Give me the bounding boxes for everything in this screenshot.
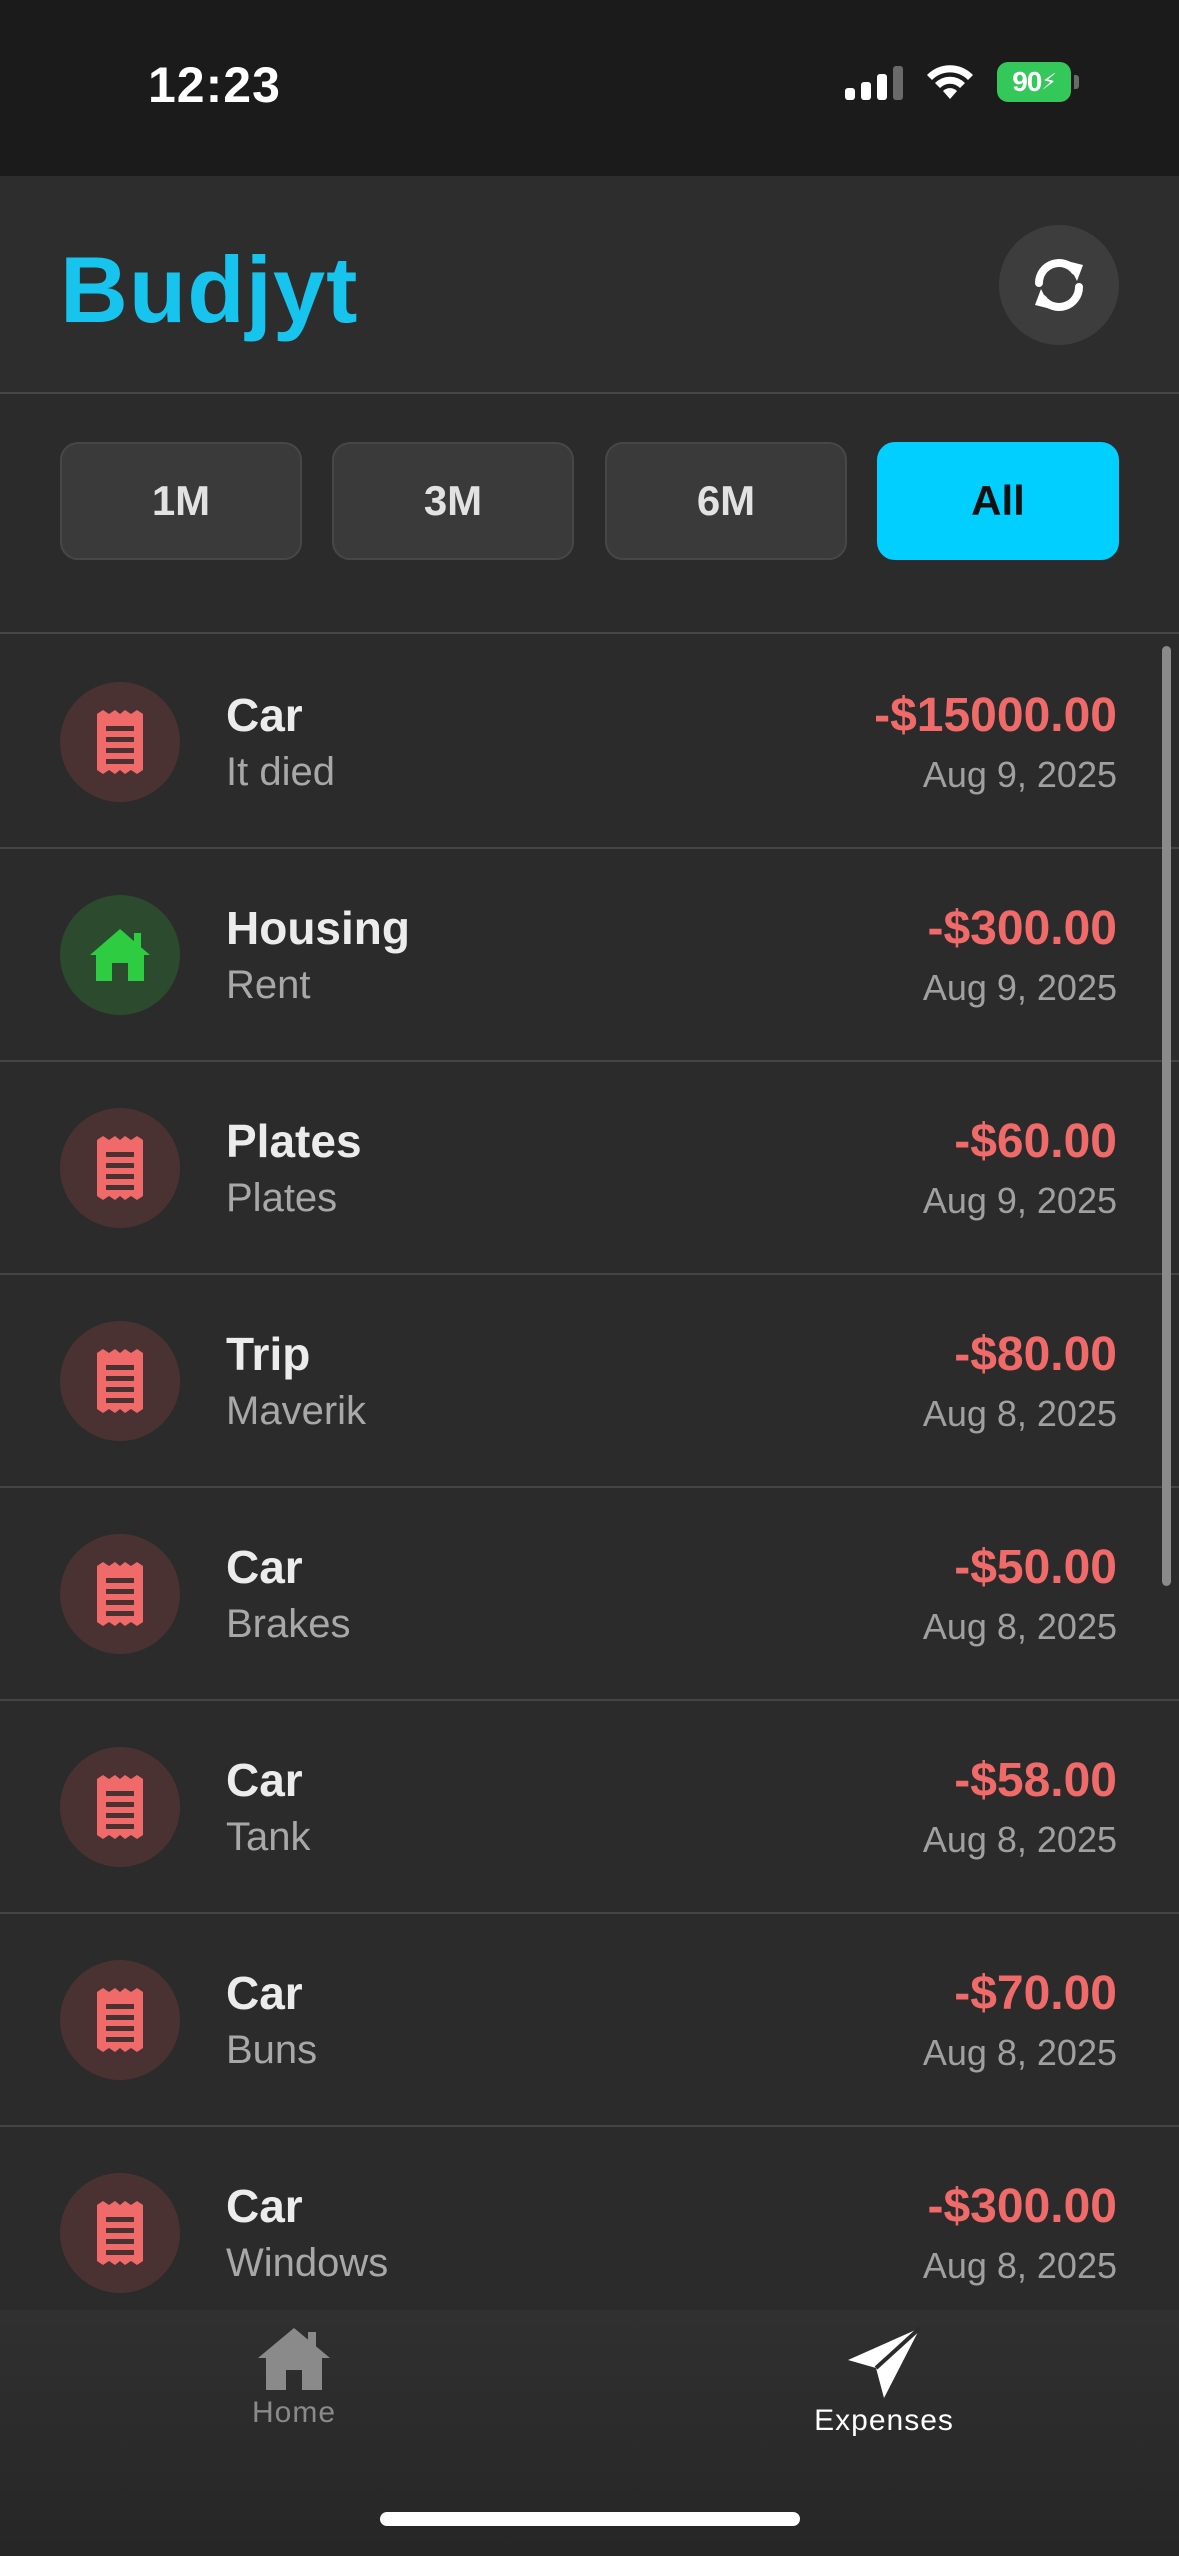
expense-row[interactable]: Car Brakes -$50.00 Aug 8, 2025 <box>0 1488 1179 1701</box>
expense-description: Brakes <box>226 1602 351 1646</box>
cellular-signal-icon <box>845 64 903 100</box>
app-title: Budjyt <box>60 237 359 342</box>
expense-amount: -$300.00 <box>927 902 1118 955</box>
expense-date: Aug 8, 2025 <box>922 2245 1117 2286</box>
battery-level: 90 <box>1012 66 1042 97</box>
tab-expenses-label: Expenses <box>814 2404 954 2437</box>
expense-date: Aug 8, 2025 <box>922 2032 1117 2073</box>
filter-3m-button[interactable]: 3M <box>332 442 574 560</box>
tab-home[interactable]: Home <box>164 2326 424 2430</box>
wifi-icon <box>927 65 973 99</box>
expense-amount: -$58.00 <box>954 1754 1117 1807</box>
expense-category: Car <box>226 1967 303 2019</box>
status-bar: 12:23 90 ⚡ <box>0 0 1179 176</box>
expense-amount: -$80.00 <box>954 1328 1117 1381</box>
expense-date: Aug 8, 2025 <box>922 1819 1117 1860</box>
expense-category: Housing <box>226 902 410 954</box>
expense-date: Aug 9, 2025 <box>922 1180 1117 1221</box>
expense-amount: -$70.00 <box>954 1967 1117 2020</box>
status-time: 12:23 <box>148 57 281 113</box>
expense-amount: -$60.00 <box>954 1115 1117 1168</box>
expense-description: Rent <box>226 963 311 1007</box>
receipt-icon <box>60 1108 180 1228</box>
filter-all-button[interactable]: All <box>877 442 1119 560</box>
refresh-button[interactable] <box>999 225 1119 345</box>
expense-description: It died <box>226 750 335 794</box>
expense-category: Car <box>226 689 303 741</box>
period-filter-bar: 1M 3M 6M All <box>0 394 1179 634</box>
receipt-icon <box>60 1534 180 1654</box>
tab-home-label: Home <box>251 2396 337 2429</box>
expense-description: Plates <box>226 1176 338 1220</box>
receipt-icon <box>60 2173 180 2293</box>
filter-6m-button[interactable]: 6M <box>605 442 847 560</box>
home-indicator[interactable] <box>380 2512 800 2526</box>
expense-category: Car <box>226 2180 303 2232</box>
expense-description: Buns <box>226 2028 318 2072</box>
expense-list[interactable]: Car It died -$15000.00 Aug 9, 2025 Housi… <box>0 636 1179 2310</box>
receipt-icon <box>60 1960 180 2080</box>
expense-date: Aug 9, 2025 <box>922 754 1117 795</box>
expense-description: Windows <box>226 2241 389 2285</box>
expense-category: Car <box>226 1541 303 1593</box>
app-header: Budjyt <box>0 176 1179 394</box>
expense-row[interactable]: Car Tank -$58.00 Aug 8, 2025 <box>0 1701 1179 1914</box>
status-icons: 90 ⚡ <box>845 62 1079 102</box>
expense-description: Maverik <box>226 1389 367 1433</box>
expense-category: Car <box>226 1754 303 1806</box>
expense-category: Trip <box>226 1328 311 1380</box>
expense-date: Aug 9, 2025 <box>922 967 1117 1008</box>
paper-plane-icon <box>848 2326 922 2398</box>
expense-amount: -$300.00 <box>927 2180 1118 2233</box>
expense-description: Tank <box>226 1815 311 1859</box>
expense-date: Aug 8, 2025 <box>922 1393 1117 1434</box>
receipt-icon <box>60 1747 180 1867</box>
expense-row[interactable]: Trip Maverik -$80.00 Aug 8, 2025 <box>0 1275 1179 1488</box>
battery-icon: 90 ⚡ <box>997 62 1079 102</box>
expense-date: Aug 8, 2025 <box>922 1606 1117 1647</box>
expense-row[interactable]: Housing Rent -$300.00 Aug 9, 2025 <box>0 849 1179 1062</box>
home-icon <box>258 2328 330 2390</box>
expense-row[interactable]: Car Buns -$70.00 Aug 8, 2025 <box>0 1914 1179 2127</box>
expense-amount: -$50.00 <box>954 1541 1117 1594</box>
expense-category: Plates <box>226 1115 362 1167</box>
tab-expenses[interactable]: Expenses <box>754 2326 1014 2438</box>
expense-amount: -$15000.00 <box>874 689 1117 742</box>
list-scrollbar[interactable] <box>1162 646 1171 1586</box>
receipt-icon <box>60 1321 180 1441</box>
expense-row[interactable]: Car It died -$15000.00 Aug 9, 2025 <box>0 636 1179 849</box>
expense-row[interactable]: Car Windows -$300.00 Aug 8, 2025 <box>0 2127 1179 2310</box>
refresh-icon <box>1035 259 1083 311</box>
house-icon <box>60 895 180 1015</box>
filter-1m-button[interactable]: 1M <box>60 442 302 560</box>
receipt-icon <box>60 682 180 802</box>
expense-row[interactable]: Plates Plates -$60.00 Aug 9, 2025 <box>0 1062 1179 1275</box>
